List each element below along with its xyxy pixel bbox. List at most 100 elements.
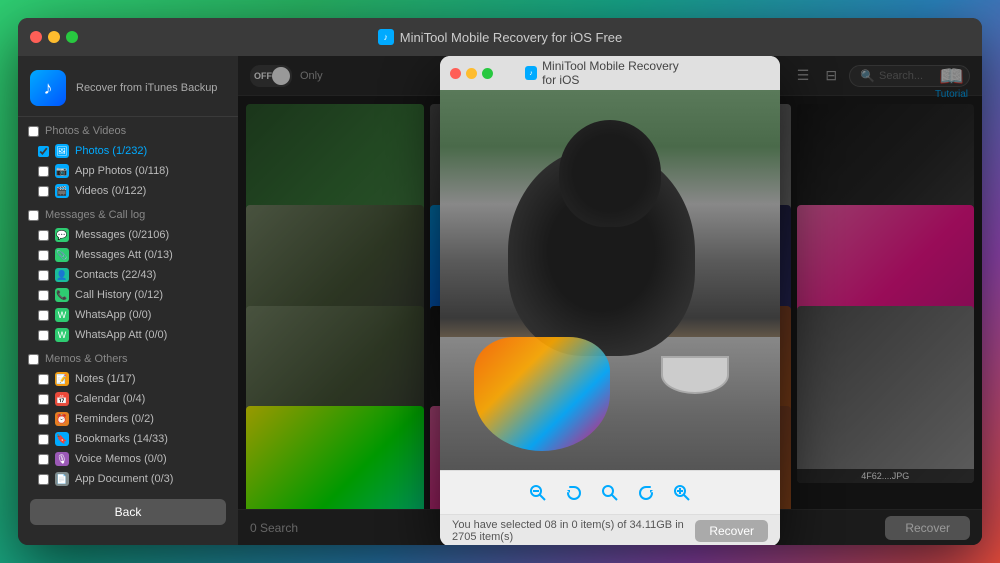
sidebar-item-bookmarks[interactable]: 🔖 Bookmarks (14/33) <box>18 429 238 449</box>
bookmarks-icon: 🔖 <box>55 432 69 446</box>
calendar-icon: 📅 <box>55 392 69 406</box>
sidebar-item-app-document[interactable]: 📄 App Document (0/3) <box>18 469 238 489</box>
sidebar-item-app-photos[interactable]: 📷 App Photos (0/118) <box>18 161 238 181</box>
whatsapp-att-icon: W <box>55 328 69 342</box>
voice-memos-checkbox[interactable] <box>38 454 49 465</box>
whatsapp-att-checkbox[interactable] <box>38 330 49 341</box>
section-memos: Memos & Others <box>18 345 238 369</box>
toy-element <box>474 337 610 451</box>
whatsapp-label: WhatsApp (0/0) <box>75 309 228 321</box>
sidebar-item-videos[interactable]: 🎬 Videos (0/122) <box>18 181 238 201</box>
call-history-icon: 📞 <box>55 288 69 302</box>
whatsapp-att-label: WhatsApp Att (0/0) <box>75 329 228 341</box>
modal-titlebar: ♪ MiniTool Mobile Recovery for iOS <box>440 56 780 90</box>
modal-close-button[interactable] <box>450 68 461 79</box>
notes-icon: 📝 <box>55 372 69 386</box>
modal-minimize-button[interactable] <box>466 68 477 79</box>
call-history-checkbox[interactable] <box>38 290 49 301</box>
modal-app-icon: ♪ <box>525 66 537 80</box>
dog-head <box>559 120 661 226</box>
sidebar-item-photos[interactable]: 🖼 Photos (1/232) <box>18 141 238 161</box>
photos-label: Photos (1/232) <box>75 145 228 157</box>
sidebar-item-contacts[interactable]: 👤 Contacts (22/43) <box>18 265 238 285</box>
modal-title: ♪ MiniTool Mobile Recovery for iOS <box>525 59 695 87</box>
sidebar-app-icon: ♪ <box>30 70 66 106</box>
close-button[interactable] <box>30 31 42 43</box>
photos-icon: 🖼 <box>55 144 69 158</box>
outer-window: ♪ MiniTool Mobile Recovery for iOS Free … <box>18 18 982 545</box>
messages-checkbox[interactable] <box>38 230 49 241</box>
section-messages-checkbox[interactable] <box>28 210 39 221</box>
maximize-button[interactable] <box>66 31 78 43</box>
messages-label: Messages (0/2106) <box>75 229 228 241</box>
sidebar-item-messages-att[interactable]: 📎 Messages Att (0/13) <box>18 245 238 265</box>
sidebar-item-reminders[interactable]: ⏰ Reminders (0/2) <box>18 409 238 429</box>
calendar-checkbox[interactable] <box>38 394 49 405</box>
sidebar-item-whatsapp[interactable]: W WhatsApp (0/0) <box>18 305 238 325</box>
main-area: OFF Only ⊞ ☰ ⊟ 🔍 📖 Tut <box>238 56 982 545</box>
call-history-label: Call History (0/12) <box>75 289 228 301</box>
back-button[interactable]: Back <box>30 499 226 525</box>
zoom-fit-button[interactable] <box>601 484 619 502</box>
modal-traffic-lights <box>450 68 493 79</box>
contacts-icon: 👤 <box>55 268 69 282</box>
modal-toolbar <box>440 470 780 514</box>
messages-icon: 💬 <box>55 228 69 242</box>
section-photos-videos: Photos & Videos <box>18 117 238 141</box>
app-photos-checkbox[interactable] <box>38 166 49 177</box>
section-messages: Messages & Call log <box>18 201 238 225</box>
app-document-checkbox[interactable] <box>38 474 49 485</box>
sidebar-item-messages[interactable]: 💬 Messages (0/2106) <box>18 225 238 245</box>
outer-content: ♪ Recover from iTunes Backup Photos & Vi… <box>18 56 982 545</box>
modal-maximize-button[interactable] <box>482 68 493 79</box>
videos-label: Videos (0/122) <box>75 185 228 197</box>
modal-status-text: You have selected 08 in 0 item(s) of 34.… <box>452 519 695 543</box>
app-photos-label: App Photos (0/118) <box>75 165 228 177</box>
reminders-label: Reminders (0/2) <box>75 413 228 425</box>
bowl-element <box>661 356 729 394</box>
voice-memos-label: Voice Memos (0/0) <box>75 453 228 465</box>
rotate-right-button[interactable] <box>637 484 655 502</box>
rotate-left-button[interactable] <box>565 484 583 502</box>
outer-titlebar: ♪ MiniTool Mobile Recovery for iOS Free <box>18 18 982 56</box>
dog-photo-preview <box>440 90 780 470</box>
whatsapp-icon: W <box>55 308 69 322</box>
bookmarks-checkbox[interactable] <box>38 434 49 445</box>
back-button-area: Back <box>18 489 238 535</box>
contacts-label: Contacts (22/43) <box>75 269 228 281</box>
bookmarks-label: Bookmarks (14/33) <box>75 433 228 445</box>
sidebar-item-whatsapp-att[interactable]: W WhatsApp Att (0/0) <box>18 325 238 345</box>
notes-checkbox[interactable] <box>38 374 49 385</box>
app-icon: ♪ <box>378 29 394 45</box>
voice-memos-icon: 🎙 <box>55 452 69 466</box>
messages-att-checkbox[interactable] <box>38 250 49 261</box>
calendar-label: Calendar (0/4) <box>75 393 228 405</box>
contacts-checkbox[interactable] <box>38 270 49 281</box>
section-photos-checkbox[interactable] <box>28 126 39 137</box>
app-photos-icon: 📷 <box>55 164 69 178</box>
whatsapp-checkbox[interactable] <box>38 310 49 321</box>
minimize-button[interactable] <box>48 31 60 43</box>
app-document-icon: 📄 <box>55 472 69 486</box>
sidebar-item-calendar[interactable]: 📅 Calendar (0/4) <box>18 389 238 409</box>
photos-checkbox[interactable] <box>38 146 49 157</box>
modal-footer: You have selected 08 in 0 item(s) of 34.… <box>440 514 780 545</box>
messages-att-label: Messages Att (0/13) <box>75 249 228 261</box>
sidebar-header-title: Recover from iTunes Backup <box>76 81 217 95</box>
reminders-icon: ⏰ <box>55 412 69 426</box>
sidebar: ♪ Recover from iTunes Backup Photos & Vi… <box>18 56 238 545</box>
zoom-out-button[interactable] <box>529 484 547 502</box>
videos-checkbox[interactable] <box>38 186 49 197</box>
outer-window-title: ♪ MiniTool Mobile Recovery for iOS Free <box>378 29 623 45</box>
messages-att-icon: 📎 <box>55 248 69 262</box>
app-document-label: App Document (0/3) <box>75 473 228 485</box>
modal-image-area <box>440 90 780 470</box>
modal-recover-button[interactable]: Recover <box>695 520 768 542</box>
sidebar-item-notes[interactable]: 📝 Notes (1/17) <box>18 369 238 389</box>
reminders-checkbox[interactable] <box>38 414 49 425</box>
sidebar-header: ♪ Recover from iTunes Backup <box>18 56 238 117</box>
zoom-in-button[interactable] <box>673 484 691 502</box>
section-memos-checkbox[interactable] <box>28 354 39 365</box>
sidebar-item-call-history[interactable]: 📞 Call History (0/12) <box>18 285 238 305</box>
sidebar-item-voice-memos[interactable]: 🎙 Voice Memos (0/0) <box>18 449 238 469</box>
